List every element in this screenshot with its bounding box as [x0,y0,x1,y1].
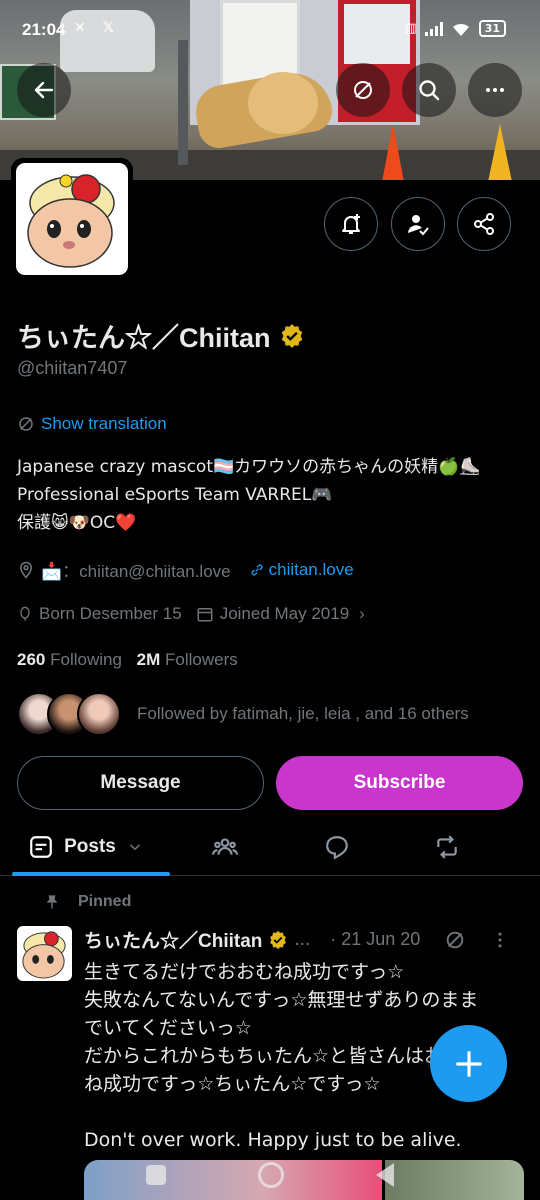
banner-pole [178,40,188,165]
show-translation-label[interactable]: Show translation [41,414,167,434]
website-link[interactable]: chiitan.love [249,560,354,580]
followed-by-text: Followed by fatimah, jie, leia , and 16 … [137,704,469,723]
tab-posts[interactable]: Posts [0,818,172,876]
system-nav-bar [0,1150,540,1200]
following-label: Following [50,650,122,669]
profile-meta-location: 📩：chiitan@chiitan.love chiitan.love [17,557,354,582]
post-author-ellipsis: ... [294,928,311,950]
search-button[interactable] [402,63,456,117]
show-translation-link[interactable]: Show translation [17,414,167,434]
home-nav-button[interactable] [258,1162,284,1188]
verified-badge-icon[interactable] [279,323,305,349]
vibrate-icon: ▥ [404,21,417,36]
following-button[interactable] [391,197,445,251]
verified-badge-icon [270,930,287,949]
notify-button[interactable] [324,197,378,251]
more-dots-icon [486,88,504,92]
chiitan-avatar-image [22,931,66,979]
post-date[interactable]: · 21 Jun 20 [330,929,420,950]
battery-icon: 31 [478,20,506,37]
post-header: ちぃたん☆／Chiitan ... · 21 Jun 20 [84,926,524,953]
profile-handle: @chiitan7407 [17,358,128,378]
back-button[interactable] [17,63,71,117]
arrow-left-icon [34,81,54,99]
message-button[interactable]: Message [17,756,264,810]
followers-label: Followers [165,650,238,669]
post-line [84,1098,524,1126]
bio-line: Japanese crazy mascot🏳️‍⚧️カワウソの赤ちゃんの妖精🍏⛸… [17,457,481,477]
status-bar: 21:04 ✕ 𝕏 ▥ 31 [0,0,540,56]
post-line: 失敗なんてないんですっ☆無理せずありのまま [84,989,479,1011]
pin-icon [46,895,58,909]
translate-icon[interactable] [444,929,466,951]
translate-button[interactable] [336,63,390,117]
tab-active-indicator [12,872,170,876]
signal-icon [424,21,443,36]
recents-nav-button[interactable] [146,1165,166,1185]
back-nav-button[interactable] [376,1163,394,1187]
following-count: 260 [17,650,46,669]
balloon-icon [20,606,30,621]
banner-traffic-cone [382,124,404,180]
display-name: ちぃたん☆／Chiitan [17,323,271,353]
wifi-icon [452,23,469,36]
reply-bubble-icon [326,835,348,860]
pinned-label: Pinned [78,893,132,910]
profile-tabs: Posts [0,818,540,876]
tab-replies[interactable] [292,818,382,875]
followed-by-row[interactable]: Followed by fatimah, jie, leia , and 16 … [17,690,469,738]
subscribe-button[interactable]: Subscribe [276,756,523,810]
posts-icon [30,835,52,858]
share-icon [474,213,494,235]
chiitan-avatar-image [27,174,115,268]
birthday-text: Born Desember 15 [39,604,182,623]
more-button[interactable] [468,63,522,117]
link-icon [251,563,263,576]
profile-name: ちぃたん☆／Chiitan [17,316,305,355]
location-text: 📩：chiitan@chiitan.love [41,562,231,581]
tab-reposts[interactable] [402,818,492,875]
share-button[interactable] [457,197,511,251]
user-check-icon [408,215,429,236]
post-more-icon[interactable] [490,930,510,950]
joined-text: Joined May 2019 [219,604,350,623]
status-time: 21:04 [22,20,66,39]
translate-icon [19,417,33,431]
communities-icon [212,837,238,855]
followers-link[interactable]: 2M Followers [137,650,238,669]
followers-count: 2M [136,650,161,669]
pinned-indicator: Pinned [44,893,131,911]
translate-icon [354,81,372,99]
bio-line: Professional eSports Team VARREL🎮 [17,485,333,505]
follower-avatar [77,692,121,736]
profile-bio: Japanese crazy mascot🏳️‍⚧️カワウソの赤ちゃんの妖精🍏⛸… [17,453,527,537]
profile-avatar[interactable] [11,158,133,280]
post-author-name[interactable]: ちぃたん☆／Chiitan [84,926,262,953]
compose-post-button[interactable] [430,1025,507,1102]
search-icon [419,80,440,101]
bio-line: 保護😸🐶OC❤️ [17,513,137,533]
post-author-avatar[interactable] [17,926,72,981]
website-text[interactable]: chiitan.love [269,560,354,580]
chevron-down-icon [129,843,140,850]
post-line: 生きてるだけでおおむね成功ですっ☆ [84,961,405,983]
calendar-icon [197,608,213,622]
follow-stats: 260 Following 2M Followers [17,650,238,670]
tab-communities[interactable] [180,818,270,875]
repost-icon [437,834,457,859]
bell-plus-icon [342,214,360,234]
following-link[interactable]: 260 Following [17,650,122,669]
location-pin-icon [19,561,33,579]
status-right: ▥ 31 [404,20,506,37]
chevron-right-icon[interactable]: › [359,604,365,624]
profile-meta-dates: Born Desember 15 Joined May 2019 › [17,604,365,624]
plus-icon [455,1050,482,1077]
tab-posts-label: Posts [64,835,116,857]
notification-icons: ✕ 𝕏 [74,20,120,36]
banner-traffic-cone [488,124,512,180]
banner-mascot-head [248,72,318,134]
